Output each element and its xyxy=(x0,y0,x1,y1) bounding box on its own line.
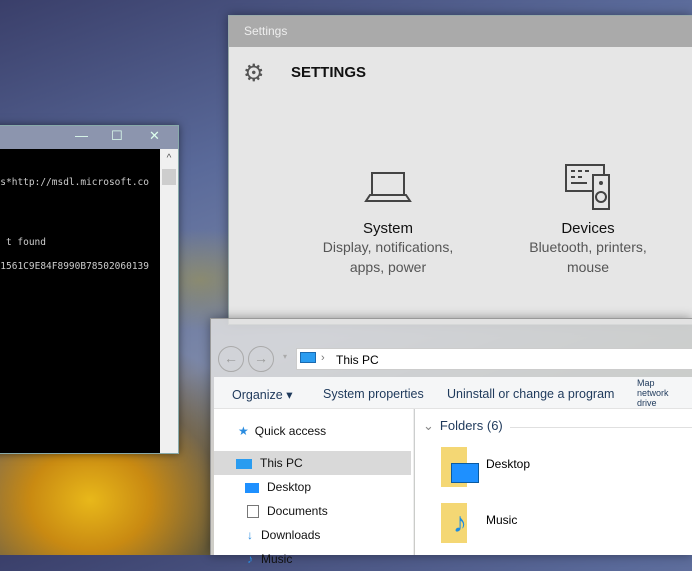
tile-desc: Display, notifications, xyxy=(322,239,454,255)
folder-label: Music xyxy=(486,513,518,527)
console-window: — ☐ ✕ s*http://msdl.microsoft.co t found… xyxy=(0,125,179,454)
content-pane: ⌄ Folders (6) Desktop ♪ Music xyxy=(415,409,692,555)
navigation-pane: ★ Quick access This PC Desktop Documents … xyxy=(214,409,417,566)
map-network-drive-button[interactable]: Map network drive xyxy=(637,378,681,408)
gear-icon: ⚙ xyxy=(243,60,265,87)
breadcrumb[interactable]: This PC xyxy=(336,353,379,367)
uninstall-button[interactable]: Uninstall or change a program xyxy=(447,387,614,401)
nav-label: This PC xyxy=(260,456,303,470)
nav-label: Documents xyxy=(267,504,328,518)
scroll-up-icon[interactable]: ^ xyxy=(160,153,178,164)
tile-name: Devices xyxy=(561,220,615,237)
nav-desktop[interactable]: Desktop xyxy=(245,475,415,499)
scroll-thumb[interactable] xyxy=(162,169,176,185)
settings-window: Settings ⚙ SETTINGS System Display, noti… xyxy=(228,15,692,325)
folder-label: Desktop xyxy=(486,457,531,471)
page-title: SETTINGS xyxy=(291,64,367,81)
organize-button[interactable]: Organize ▾ xyxy=(232,387,292,402)
tile-devices[interactable]: Devices Bluetooth, printers, mouse xyxy=(503,161,673,277)
music-icon: ♪ xyxy=(247,552,253,566)
desktop-icon xyxy=(451,463,479,483)
divider xyxy=(510,427,692,428)
folder-desktop[interactable]: Desktop xyxy=(441,447,571,489)
devices-icon xyxy=(565,164,610,210)
console-title-bar[interactable]: — ☐ ✕ xyxy=(0,126,178,149)
tile-desc: mouse xyxy=(566,259,610,275)
recent-dropdown-icon[interactable]: ▾ xyxy=(283,352,287,361)
close-button[interactable]: ✕ xyxy=(149,128,160,144)
tile-system[interactable]: System Display, notifications, apps, pow… xyxy=(303,171,473,277)
address-bar[interactable]: › This PC xyxy=(296,348,692,370)
tile-desc: Bluetooth, printers, xyxy=(529,239,647,255)
breadcrumb-separator-icon: › xyxy=(321,352,325,364)
document-icon xyxy=(247,505,259,519)
chevron-down-icon: ⌄ xyxy=(423,418,434,433)
nav-label: Downloads xyxy=(261,528,321,542)
desktop-icon xyxy=(245,482,259,493)
nav-label: Music xyxy=(261,552,293,566)
console-output[interactable]: s*http://msdl.microsoft.co t found 41561… xyxy=(0,149,161,453)
nav-label: Quick access xyxy=(254,424,327,438)
console-scrollbar[interactable]: ^ xyxy=(160,149,178,453)
minimize-button[interactable]: — xyxy=(75,128,88,143)
laptop-icon xyxy=(364,172,412,202)
maximize-button[interactable]: ☐ xyxy=(111,128,123,144)
music-icon: ♪ xyxy=(453,507,467,538)
tile-name: System xyxy=(362,220,413,237)
file-explorer-window: ← → ▾ › This PC Organize ▾ System proper… xyxy=(210,318,692,566)
download-icon: ↓ xyxy=(247,528,253,542)
console-line: s*http://msdl.microsoft.co xyxy=(0,177,149,188)
console-line: t found xyxy=(5,237,46,248)
computer-icon xyxy=(300,352,316,363)
nav-music[interactable]: ♪ Music xyxy=(247,547,417,571)
tile-desc: apps, power xyxy=(349,259,427,275)
nav-label: Desktop xyxy=(267,480,312,494)
star-icon: ★ xyxy=(238,424,249,438)
command-bar: Organize ▾ System properties Uninstall o… xyxy=(214,377,692,409)
system-properties-button[interactable]: System properties xyxy=(323,387,424,401)
group-header[interactable]: ⌄ Folders (6) xyxy=(423,418,503,434)
settings-title: Settings xyxy=(229,16,692,47)
forward-button[interactable]: → xyxy=(248,346,274,372)
nav-quick-access[interactable]: ★ Quick access xyxy=(238,419,408,443)
computer-icon xyxy=(236,458,252,469)
nav-downloads[interactable]: ↓ Downloads xyxy=(247,523,417,547)
console-line: 41561C9E84F8990B78502060139 xyxy=(0,261,149,272)
group-label: Folders (6) xyxy=(439,418,503,433)
nav-this-pc[interactable]: This PC xyxy=(214,451,411,475)
folder-music[interactable]: ♪ Music xyxy=(441,503,571,545)
nav-documents[interactable]: Documents xyxy=(247,499,417,523)
back-button[interactable]: ← xyxy=(218,346,244,372)
